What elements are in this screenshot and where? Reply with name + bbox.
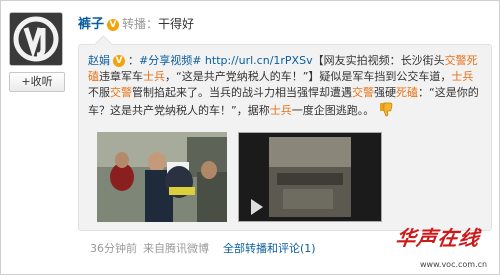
photo-scene bbox=[97, 132, 227, 222]
keyword-highlight: 士兵 bbox=[143, 70, 165, 83]
text-segment: 管制掐起来了。当兵的战斗力相当强悍却遭遇 bbox=[132, 86, 352, 99]
topic-link[interactable]: #分享视频# http://url.cn/1rPXSv bbox=[139, 54, 313, 67]
watermark-url: www.voc.com.cn bbox=[420, 260, 488, 269]
text-segment: ： bbox=[128, 54, 139, 67]
text-segment: 一度企图逃跑。。 bbox=[291, 104, 375, 117]
watermark-logo: 华声在线 bbox=[394, 226, 482, 250]
post-time: 36分钟前 bbox=[90, 242, 137, 255]
text-segment: ，“这是共产党纳税人的车！”】疑似是军车挡到公交车道， bbox=[165, 70, 452, 83]
text-segment: 强硬 bbox=[374, 86, 396, 99]
keyword-highlight: 交警 bbox=[352, 86, 374, 99]
video-thumbnail[interactable] bbox=[238, 132, 382, 222]
user-avatar[interactable] bbox=[9, 12, 63, 66]
post-text: 赵娟 V ：#分享视频# http://url.cn/1rPXSv【网友实拍视频：长… bbox=[88, 53, 484, 119]
repost-comment: 干得好 bbox=[158, 17, 195, 31]
street-confrontation-photo[interactable] bbox=[97, 132, 227, 222]
text-segment: 不服 bbox=[88, 86, 110, 99]
text-segment: 违章军车 bbox=[99, 70, 143, 83]
follow-button[interactable]: +收听 bbox=[9, 72, 65, 92]
view-all-reposts-link[interactable]: 全部转播和评论(1) bbox=[223, 242, 316, 255]
keyword-highlight: 交警 bbox=[110, 86, 132, 99]
keyword-highlight: 士兵 bbox=[451, 70, 474, 83]
repost-label: 转播： bbox=[122, 17, 159, 31]
thumbs-down-icon bbox=[379, 102, 393, 117]
verified-badge-icon: V bbox=[107, 19, 120, 31]
post-footer: 36分钟前 来自腾讯微博 全部转播和评论(1) bbox=[90, 240, 316, 256]
post-header: 裤子 V 转播：干得好 bbox=[78, 13, 195, 32]
post-body: ：#分享视频# http://url.cn/1rPXSv【网友实拍视频：长沙街头… bbox=[88, 54, 479, 117]
author-verified-icon: V bbox=[113, 55, 125, 67]
keyword-highlight: 死磕 bbox=[396, 86, 418, 99]
original-author[interactable]: 赵娟 bbox=[88, 54, 110, 67]
avatar-logo-icon bbox=[10, 13, 62, 65]
text-segment: 【网友实拍视频：长沙街头 bbox=[312, 54, 445, 67]
post-source: 来自腾讯微博 bbox=[143, 242, 209, 255]
video-scene bbox=[239, 133, 381, 221]
username[interactable]: 裤子 bbox=[78, 17, 104, 32]
reposted-post: 赵娟 V ：#分享视频# http://url.cn/1rPXSv【网友实拍视频：长… bbox=[78, 35, 492, 231]
keyword-highlight: 士兵 bbox=[269, 104, 292, 117]
